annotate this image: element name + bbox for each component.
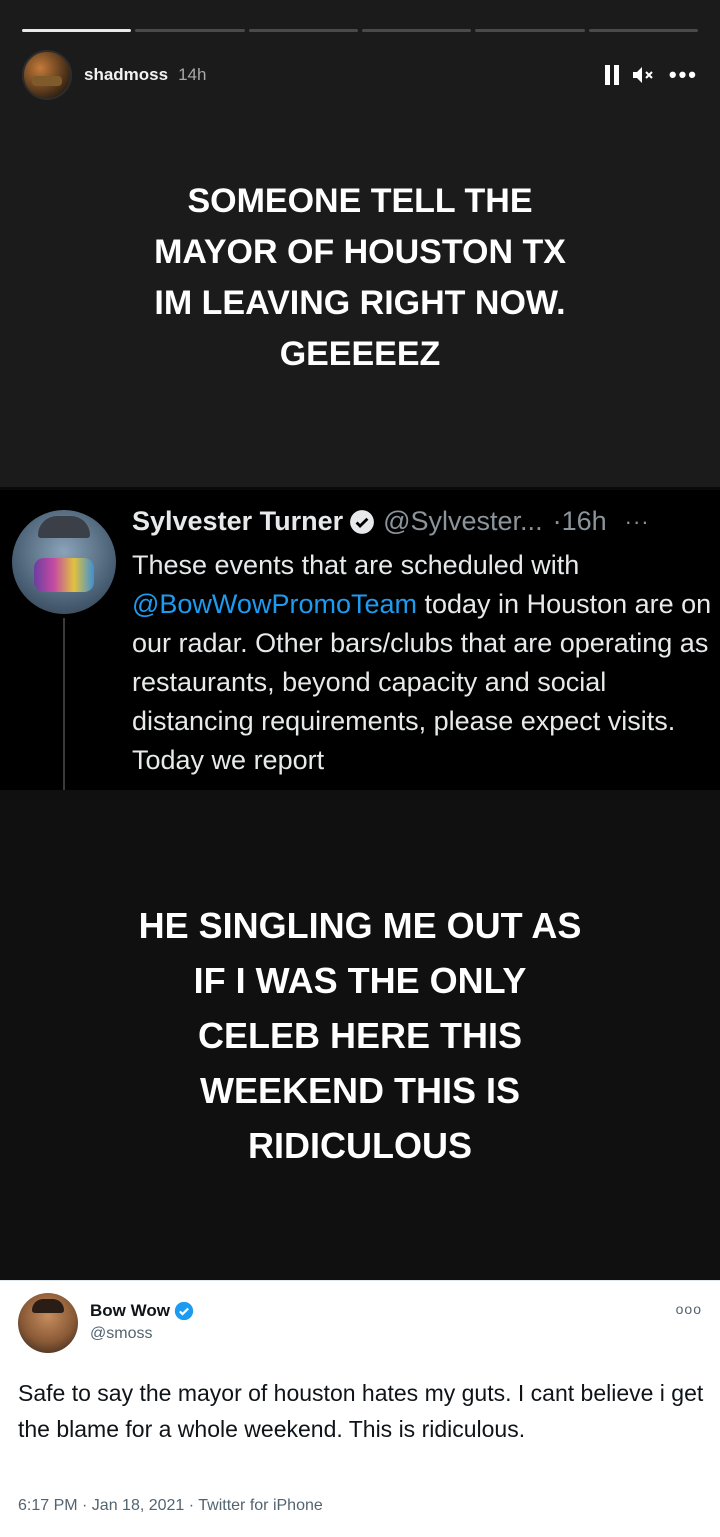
story-caption-1: SOMEONE TELL THE MAYOR OF HOUSTON TX IM … [60, 176, 660, 380]
progress-segment [248, 29, 358, 32]
caption-line: GEEEEEZ [279, 335, 441, 373]
progress-segment [135, 29, 245, 32]
story-panel-1: shadmoss 14h ••• SOMEONE TELL THE MAYOR … [0, 0, 720, 487]
verified-badge-icon [350, 509, 375, 534]
mention-link[interactable]: @BowWowPromoTeam [132, 589, 417, 619]
profile-avatar[interactable] [22, 50, 72, 100]
story-header: shadmoss 14h ••• [22, 50, 698, 100]
progress-segment [475, 29, 585, 32]
story-progress-bar [22, 29, 698, 32]
thread-line [63, 618, 65, 790]
caption-line: RIDICULOUS [248, 1125, 472, 1166]
tweet-author-handle[interactable]: @smoss [90, 1325, 152, 1343]
tweet-body: Safe to say the mayor of houston hates m… [18, 1380, 704, 1442]
tweet-card: Bow Wow @smoss ooo Safe to say the mayor… [0, 1280, 720, 1537]
story-controls: ••• [604, 64, 698, 86]
tweet-text: These events that are scheduled with [132, 550, 580, 580]
caption-line: WEEKEND THIS IS [199, 1070, 521, 1111]
story-panel-2: HE SINGLING ME OUT AS IF I WAS THE ONLY … [0, 790, 720, 1280]
tweet-author-avatar[interactable] [12, 510, 116, 614]
tweet-author-row: Bow Wow [90, 1301, 194, 1321]
tweet-author-name[interactable]: Sylvester Turner [132, 506, 343, 537]
tweet-more-icon[interactable]: ooo [676, 1301, 702, 1317]
verified-badge-icon [174, 1301, 194, 1321]
caption-line: SOMEONE TELL THE [187, 182, 533, 220]
progress-segment [588, 29, 698, 32]
pause-icon[interactable] [604, 65, 619, 85]
caption-line: MAYOR OF HOUSTON TX [154, 233, 566, 271]
embedded-tweet-screenshot: Sylvester Turner @Sylvester... ·16h ··· … [0, 490, 720, 790]
tweet-more-icon[interactable]: ··· [625, 509, 650, 535]
progress-segment [361, 29, 472, 32]
tweet-body: These events that are scheduled with @Bo… [132, 546, 712, 780]
tweet-author-name[interactable]: Bow Wow [90, 1301, 170, 1321]
story-time: 14h [178, 65, 207, 84]
story-caption-2: HE SINGLING ME OUT AS IF I WAS THE ONLY … [60, 898, 660, 1173]
progress-segment [22, 29, 132, 32]
story-username[interactable]: shadmoss [84, 65, 168, 85]
caption-line: HE SINGLING ME OUT AS [138, 905, 582, 946]
progress-fill [22, 29, 132, 32]
tweet-time: ·16h [552, 506, 607, 536]
mute-icon[interactable] [631, 65, 657, 85]
caption-line: IM LEAVING RIGHT NOW. [154, 284, 566, 322]
more-options-icon[interactable]: ••• [669, 64, 698, 86]
caption-line: IF I WAS THE ONLY [193, 960, 527, 1001]
tweet-author-avatar[interactable] [18, 1293, 78, 1353]
tweet-meta[interactable]: 6:17 PM · Jan 18, 2021 · Twitter for iPh… [18, 1497, 323, 1515]
tweet-author-handle[interactable]: @Sylvester... [383, 506, 542, 537]
caption-line: CELEB HERE THIS [197, 1015, 523, 1056]
tweet-header: Sylvester Turner @Sylvester... ·16h ··· [132, 506, 650, 537]
